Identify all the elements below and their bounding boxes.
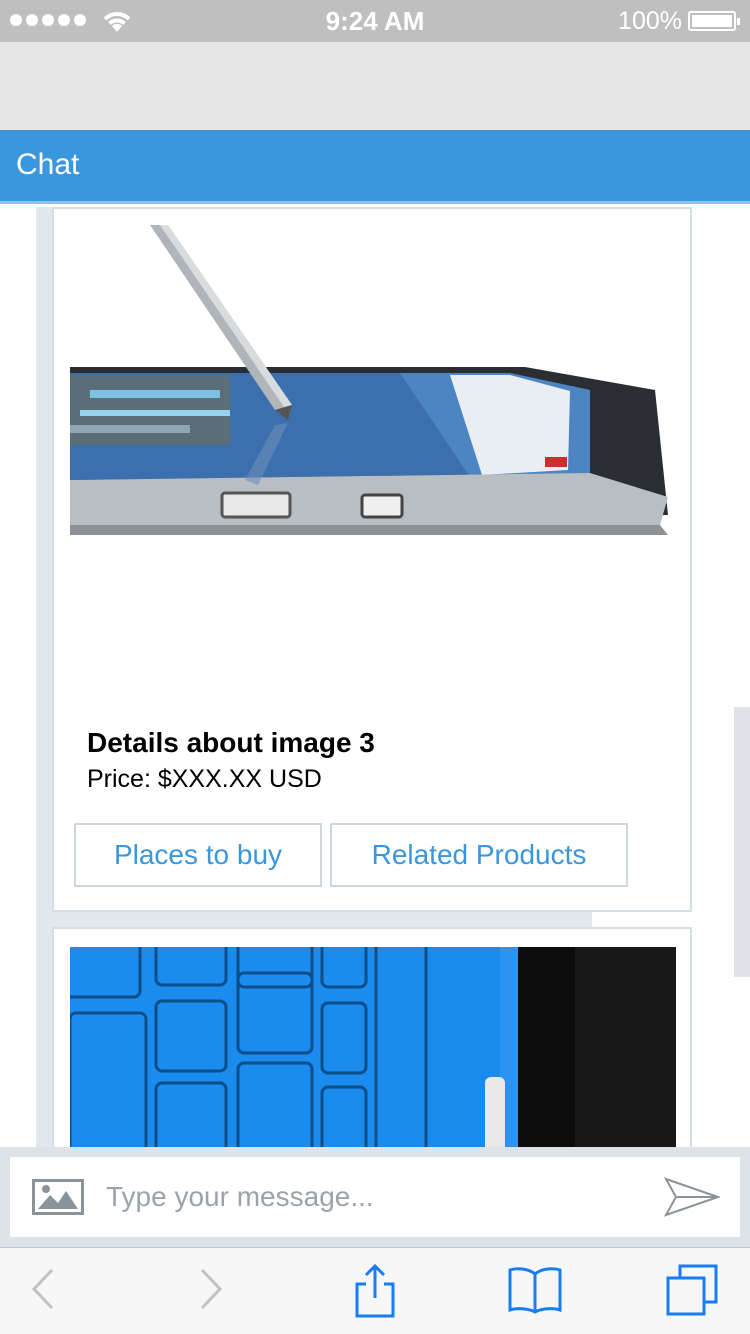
share-icon[interactable]	[354, 1262, 396, 1318]
image-upload-icon[interactable]	[32, 1179, 84, 1215]
places-to-buy-button[interactable]: Places to buy	[74, 823, 322, 887]
status-bar: 9:24 AM 100%	[0, 0, 750, 42]
message-composer	[0, 1147, 750, 1247]
product-card	[52, 927, 692, 1147]
tabs-icon[interactable]	[666, 1264, 720, 1316]
product-title: Details about image 3	[87, 727, 375, 758]
battery-percent: 100%	[618, 7, 682, 35]
battery-icon	[688, 11, 740, 31]
related-products-button[interactable]: Related Products	[330, 823, 628, 887]
forward-icon[interactable]	[198, 1266, 224, 1312]
bookmarks-icon[interactable]	[508, 1266, 562, 1314]
chat-title: Chat	[16, 148, 80, 181]
message-input[interactable]	[106, 1169, 626, 1225]
chat-header: Chat	[0, 130, 750, 204]
chat-transcript[interactable]: Details about image 3 Price: $XXX.XX USD…	[0, 207, 750, 1147]
send-icon[interactable]	[664, 1177, 720, 1217]
product-image[interactable]	[70, 947, 676, 1147]
scrollbar[interactable]	[734, 707, 750, 977]
product-image[interactable]	[70, 225, 676, 535]
browser-toolbar	[0, 1247, 750, 1334]
back-icon[interactable]	[30, 1266, 56, 1312]
message-rail	[36, 207, 52, 1147]
product-price: Price: $XXX.XX USD	[87, 765, 322, 793]
composer-box	[10, 1157, 740, 1237]
browser-address-area	[0, 42, 750, 130]
product-card: Details about image 3 Price: $XXX.XX USD…	[52, 207, 692, 912]
